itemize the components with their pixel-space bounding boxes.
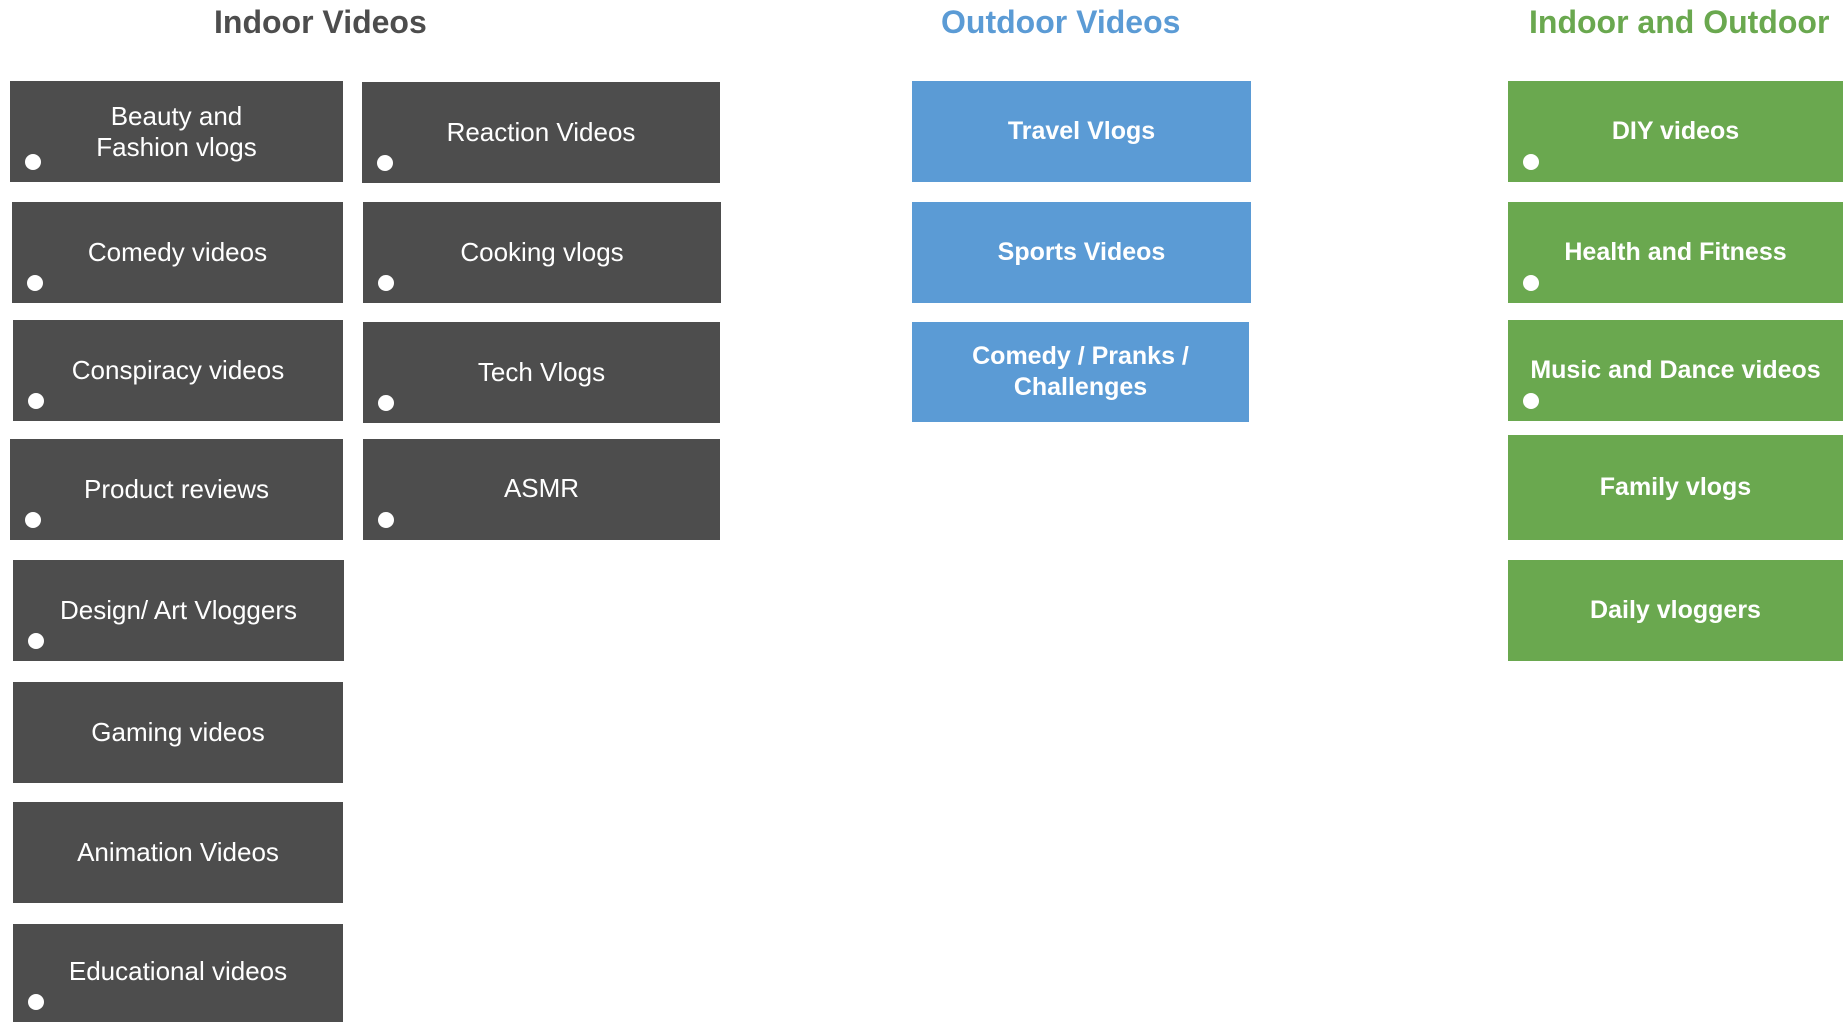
category-box-asmr: ASMR: [363, 439, 720, 540]
category-label: ASMR: [503, 473, 580, 503]
category-box-reaction: Reaction Videos: [362, 82, 720, 183]
bullet-dot: [27, 275, 43, 291]
bullet-dot: [377, 155, 393, 171]
category-box-product-reviews: Product reviews: [10, 439, 343, 540]
category-label: Health and Fitness: [1564, 238, 1787, 266]
category-label: Gaming videos: [91, 717, 265, 747]
bullet-dot: [28, 393, 44, 409]
category-box-family: Family vlogs: [1508, 435, 1843, 540]
category-label: Daily vloggers: [1590, 596, 1761, 624]
category-box-tech: Tech Vlogs: [363, 322, 720, 423]
category-box-diy: DIY videos: [1508, 81, 1843, 182]
category-box-conspiracy: Conspiracy videos: [13, 320, 343, 421]
category-label: Conspiracy videos: [71, 355, 285, 385]
category-label: Comedy / Pranks / Challenges: [972, 342, 1189, 401]
category-box-music-dance: Music and Dance videos: [1508, 320, 1843, 421]
bullet-dot: [1523, 154, 1539, 170]
category-box-design-art: Design/ Art Vloggers: [13, 560, 344, 661]
category-box-comedy-pranks: Comedy / Pranks / Challenges: [912, 322, 1249, 422]
bullet-dot: [378, 395, 394, 411]
bullet-dot: [28, 633, 44, 649]
category-box-travel: Travel Vlogs: [912, 81, 1251, 182]
category-label: Design/ Art Vloggers: [59, 595, 297, 625]
bullet-dot: [25, 154, 41, 170]
bullet-dot: [28, 994, 44, 1010]
category-label: Reaction Videos: [446, 117, 636, 147]
category-box-comedy: Comedy videos: [12, 202, 343, 303]
bullet-dot: [378, 512, 394, 528]
category-label: Beauty and Fashion vlogs: [96, 100, 257, 162]
category-label: Music and Dance videos: [1530, 356, 1821, 384]
category-box-sports: Sports Videos: [912, 202, 1251, 303]
category-box-animation: Animation Videos: [13, 802, 343, 903]
category-label: Product reviews: [84, 474, 269, 504]
category-box-gaming: Gaming videos: [13, 682, 343, 783]
category-label: Comedy videos: [87, 237, 268, 267]
bullet-dot: [1523, 275, 1539, 291]
category-box-cooking: Cooking vlogs: [363, 202, 721, 303]
category-box-health-fitness: Health and Fitness: [1508, 202, 1843, 303]
category-box-beauty-fashion: Beauty and Fashion vlogs: [10, 81, 343, 182]
outdoor-videos-heading: Outdoor Videos: [941, 4, 1181, 40]
indoor-videos-heading: Indoor Videos: [214, 4, 427, 40]
category-box-educational: Educational videos: [13, 924, 343, 1022]
bullet-dot: [25, 512, 41, 528]
bullet-dot: [1523, 393, 1539, 409]
category-label: Sports Videos: [997, 238, 1166, 266]
category-label: Animation Videos: [77, 837, 279, 867]
category-label: Educational videos: [68, 955, 288, 986]
category-label: DIY videos: [1611, 117, 1740, 145]
category-label: Travel Vlogs: [1007, 117, 1156, 145]
category-box-daily-vloggers: Daily vloggers: [1508, 560, 1843, 661]
indoor-and-outdoor-heading: Indoor and Outdoor: [1529, 4, 1830, 40]
category-label: Cooking vlogs: [460, 237, 624, 267]
category-label: Family vlogs: [1599, 473, 1752, 501]
category-label: Tech Vlogs: [477, 357, 606, 387]
bullet-dot: [378, 275, 394, 291]
